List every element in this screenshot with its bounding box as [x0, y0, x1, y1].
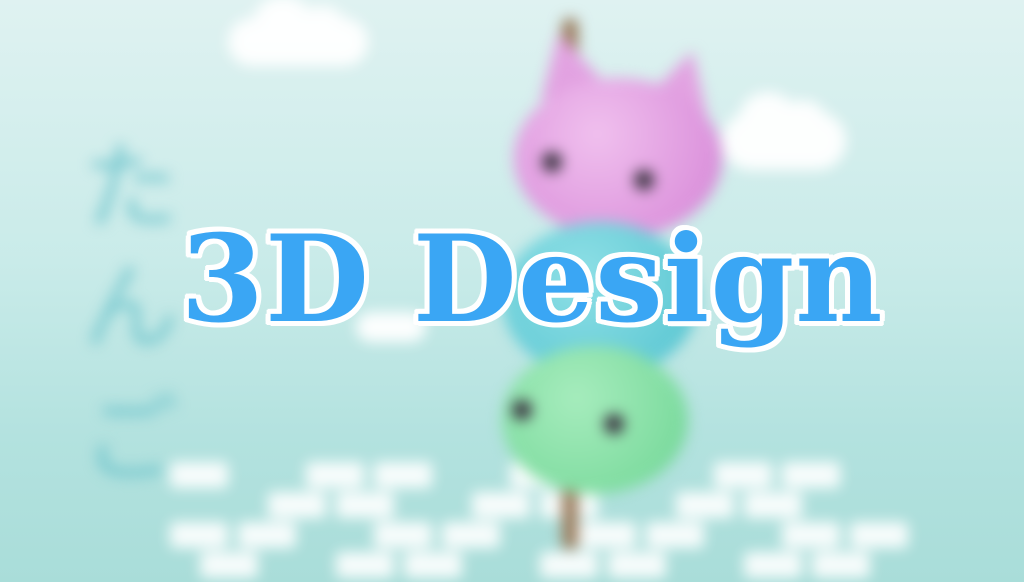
banner-image: た ん ご 3D Design — [0, 0, 1024, 582]
floor-tile — [472, 492, 530, 518]
floor-tile — [744, 552, 802, 578]
floor-tile — [170, 522, 228, 548]
floor-tile — [540, 552, 598, 578]
eye — [604, 414, 624, 434]
floor-tile — [238, 522, 296, 548]
floor-tile — [268, 492, 326, 518]
eye — [634, 170, 654, 190]
floor-tile — [782, 522, 840, 548]
floor-tile — [374, 462, 432, 488]
floor-tile — [578, 522, 636, 548]
eye — [512, 400, 532, 420]
headline-title: 3D Design — [180, 209, 884, 350]
eye — [542, 152, 562, 172]
dango-green — [502, 346, 688, 494]
cloud — [722, 92, 846, 170]
floor-tile — [744, 492, 802, 518]
floor-tile — [608, 552, 666, 578]
floor-tile — [200, 552, 258, 578]
cloud — [228, 0, 368, 66]
vertical-kana-3: ご — [83, 384, 179, 496]
floor-tile — [404, 552, 462, 578]
floor-tile — [646, 522, 704, 548]
floor-tile — [306, 462, 364, 488]
floor-tile — [336, 492, 394, 518]
floor-tile — [812, 552, 870, 578]
floor-tile — [442, 522, 500, 548]
floor-tile — [336, 552, 394, 578]
floor-tile — [850, 522, 908, 548]
floor-tile — [374, 522, 432, 548]
floor-tile — [714, 462, 772, 488]
floor-tile — [782, 462, 840, 488]
floor-tile — [676, 492, 734, 518]
